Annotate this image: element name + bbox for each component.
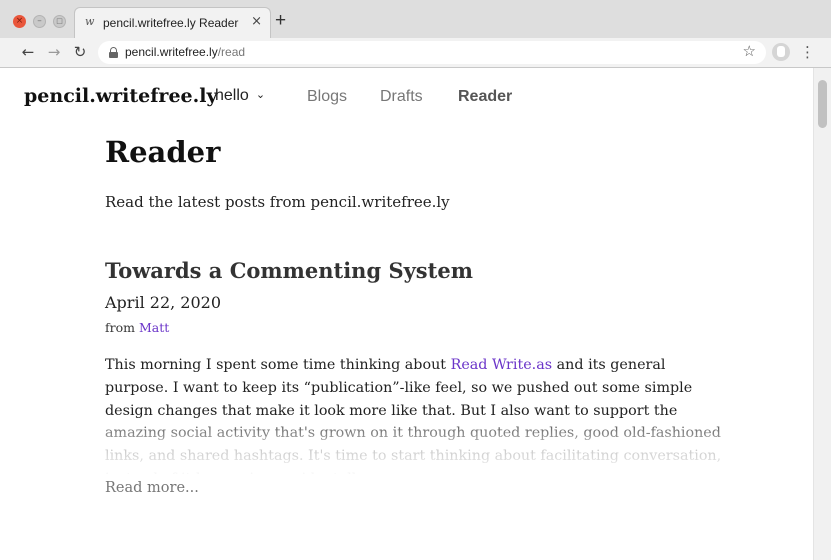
- url-path: /read: [217, 45, 246, 59]
- forward-arrow-icon[interactable]: →: [44, 42, 64, 62]
- post-date[interactable]: April 22, 2020: [105, 293, 221, 312]
- new-tab-button[interactable]: +: [275, 11, 286, 31]
- window-maximize-button[interactable]: □: [53, 15, 66, 28]
- more-menu-icon[interactable]: ⋮: [800, 42, 815, 62]
- author-prefix: from: [105, 320, 135, 335]
- tab-close-icon[interactable]: ×: [251, 14, 262, 29]
- address-bar[interactable]: pencil.writefree.ly/read ☆: [98, 41, 766, 64]
- post-author: from Matt: [105, 320, 169, 335]
- page-description: Read the latest posts from pencil.writef…: [105, 193, 450, 211]
- excerpt-fade-overlay: [105, 424, 730, 478]
- window-minimize-button[interactable]: –: [33, 15, 46, 28]
- window-close-button[interactable]: ×: [13, 15, 26, 28]
- browser-toolbar: ← → ↻ pencil.writefree.ly/read ☆ ⋮: [0, 38, 831, 67]
- vertical-scrollbar[interactable]: [813, 68, 831, 560]
- read-write-as-link[interactable]: Read Write.as: [451, 357, 553, 373]
- scrollbar-thumb[interactable]: [818, 80, 827, 128]
- page-viewport: pencil.writefree.ly hello ⌄ Blogs Drafts …: [0, 68, 813, 560]
- url-host: pencil.writefree.ly: [125, 45, 218, 59]
- page-title: Reader: [105, 135, 221, 169]
- back-arrow-icon[interactable]: ←: [18, 42, 38, 62]
- lock-icon: [109, 47, 118, 58]
- post-title[interactable]: Towards a Commenting System: [105, 258, 473, 283]
- nav-reader[interactable]: Reader: [458, 88, 512, 106]
- reload-icon[interactable]: ↻: [70, 42, 90, 62]
- bookmark-star-icon[interactable]: ☆: [743, 42, 756, 60]
- browser-chrome: × – □ w pencil.writefree.ly Reader × + ←…: [0, 0, 831, 68]
- excerpt-text-start: This morning I spent some time thinking …: [105, 357, 451, 373]
- user-menu[interactable]: hello ⌄: [215, 87, 265, 105]
- author-link[interactable]: Matt: [139, 320, 169, 335]
- browser-tab[interactable]: w pencil.writefree.ly Reader ×: [74, 7, 271, 38]
- tab-favicon-icon: w: [85, 15, 95, 28]
- url-text[interactable]: pencil.writefree.ly/read: [125, 45, 245, 59]
- user-menu-label: hello: [215, 87, 249, 104]
- read-more-link[interactable]: Read more...: [105, 480, 199, 496]
- site-title[interactable]: pencil.writefree.ly: [24, 85, 218, 107]
- nav-drafts[interactable]: Drafts: [380, 88, 423, 106]
- profile-icon[interactable]: [772, 43, 790, 61]
- tab-title: pencil.writefree.ly Reader: [103, 16, 239, 30]
- nav-blogs[interactable]: Blogs: [307, 88, 347, 106]
- chevron-down-icon: ⌄: [255, 89, 266, 101]
